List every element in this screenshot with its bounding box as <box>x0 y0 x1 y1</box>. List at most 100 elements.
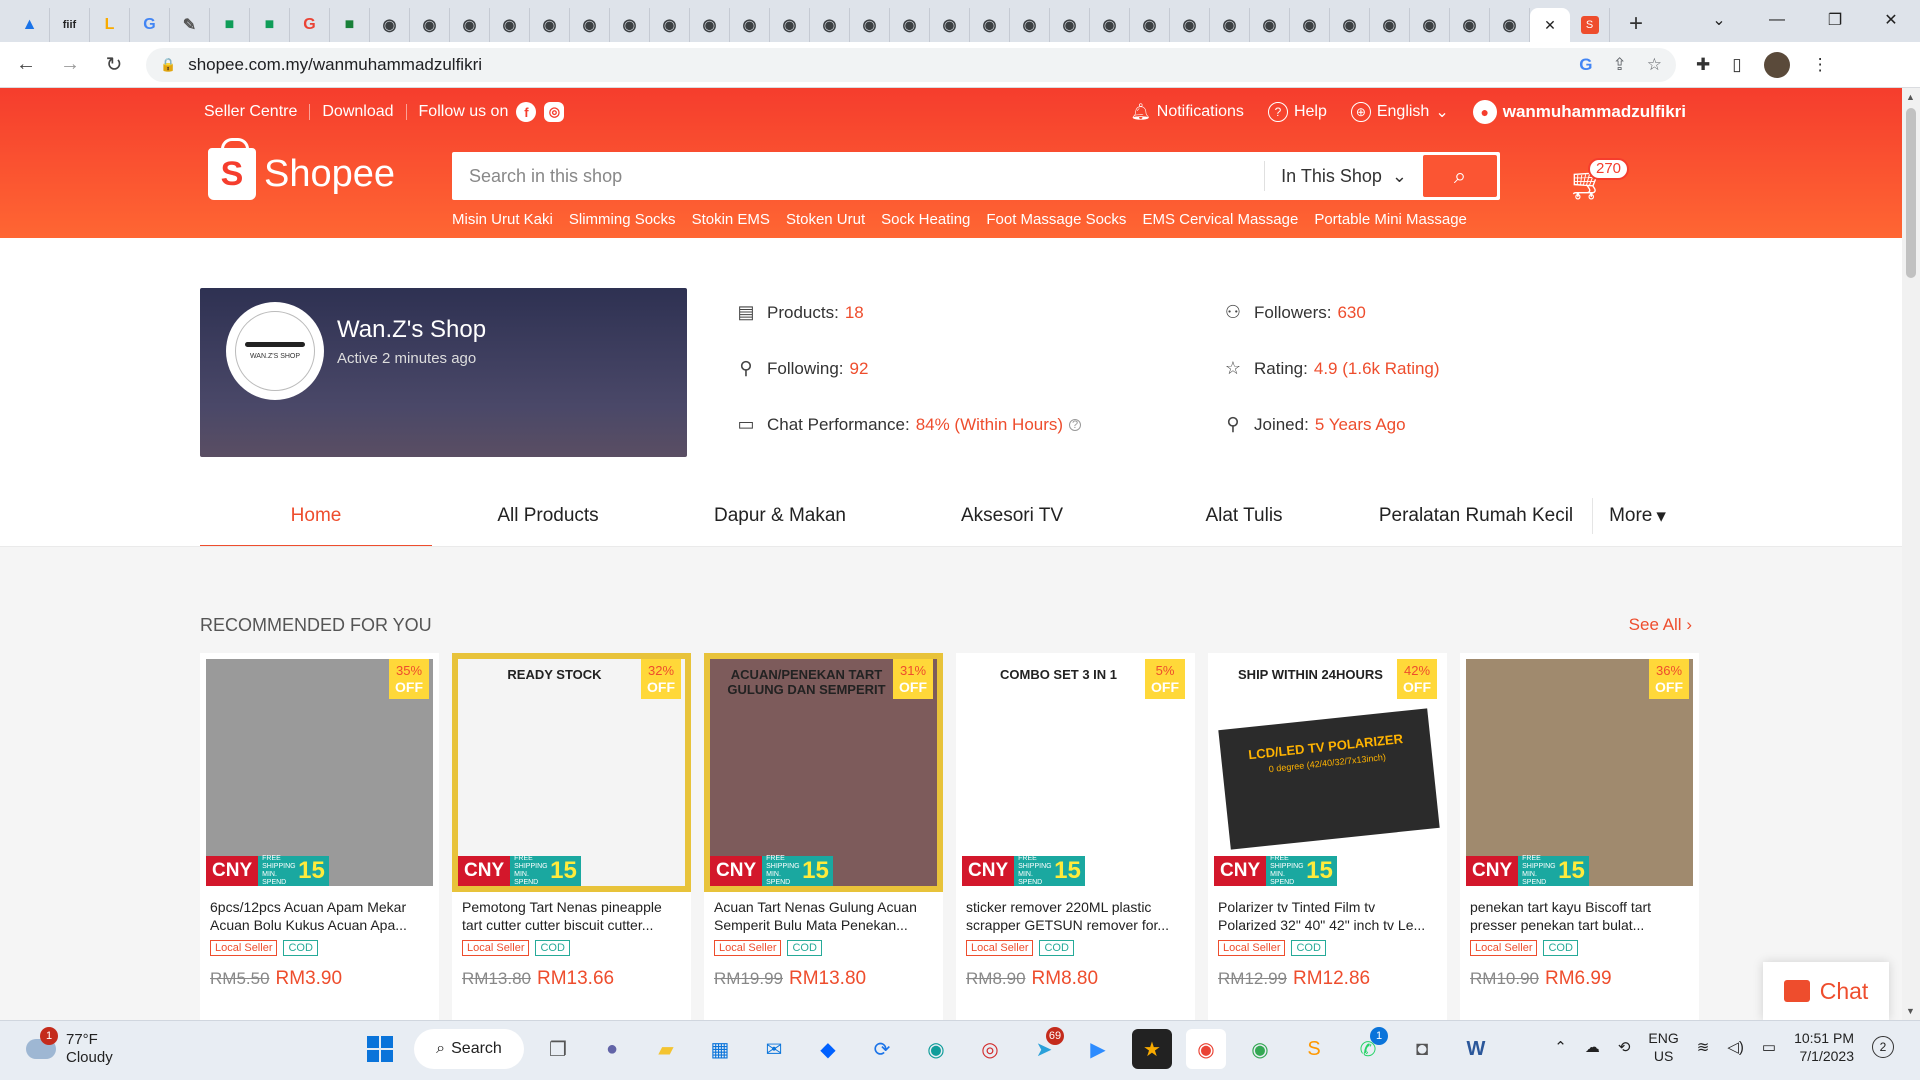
sync-tray-icon[interactable]: ⟲ <box>1618 1038 1631 1056</box>
browser-tab[interactable]: ◉ <box>530 8 570 42</box>
shop-tab[interactable]: Home <box>200 484 432 548</box>
product-card[interactable]: 36% OFF CNY FREE SHIPPING MIN. SPEND 15 penek… <box>1460 653 1699 1020</box>
instagram-icon[interactable]: ◎ <box>544 102 565 122</box>
product-image[interactable]: ACUAN/PENEKAN TART GULUNG DAN SEMPERIT 31… <box>704 653 943 892</box>
product-image[interactable]: READY STOCK 32% OFF CNY FREE SHIPPING MIN. S… <box>452 653 691 892</box>
search-keyword-link[interactable]: Misin Urut Kaki <box>452 211 553 228</box>
product-image[interactable]: COMBO SET 3 IN 1 5% OFF CNY FREE SHIPPING MI… <box>956 653 1195 892</box>
page-scrollbar[interactable]: ▲ ▼ <box>1902 88 1920 1020</box>
shop-tab[interactable]: Aksesori TV <box>896 484 1128 548</box>
task-view-icon[interactable]: ❐ <box>538 1029 578 1069</box>
bookmark-star-icon[interactable]: ☆ <box>1647 55 1662 75</box>
browser-tab[interactable]: ◉ <box>410 8 450 42</box>
close-tab-icon[interactable]: ✕ <box>1544 17 1556 34</box>
browser-tab[interactable]: fiif <box>50 8 90 42</box>
chrome-icon[interactable]: ◉ <box>1186 1029 1226 1069</box>
forward-arrow-icon[interactable]: → <box>52 47 88 83</box>
battery-icon[interactable]: ▭ <box>1762 1038 1776 1056</box>
browser-tab[interactable]: ◉ <box>1090 8 1130 42</box>
browser-tab[interactable]: ◉ <box>890 8 930 42</box>
search-keyword-link[interactable]: Foot Massage Socks <box>986 211 1126 228</box>
product-card[interactable]: SHIP WITHIN 24HOURS LCD/LED TV POLARIZER 0… <box>1208 653 1447 1020</box>
browser-tab[interactable]: ◉ <box>690 8 730 42</box>
address-bar[interactable]: 🔒 shopee.com.my/wanmuhammadzulfikri G ⇪ … <box>146 47 1676 82</box>
browser-tab[interactable]: ◉ <box>1130 8 1170 42</box>
product-title[interactable]: Pemotong Tart Nenas pineapple tart cutte… <box>452 892 691 936</box>
extensions-icon[interactable]: ✚ <box>1696 55 1710 75</box>
browser-tab[interactable]: ◉ <box>370 8 410 42</box>
browser-tab[interactable]: ◉ <box>1410 8 1450 42</box>
teams-chat-icon[interactable]: ● <box>592 1029 632 1069</box>
browser-tab[interactable]: ◉ <box>970 8 1010 42</box>
shop-logo[interactable]: WAN.Z'S SHOP <box>226 302 324 400</box>
opera-icon[interactable]: ◎ <box>970 1029 1010 1069</box>
file-explorer-icon[interactable]: ▰ <box>646 1029 686 1069</box>
product-card[interactable]: READY STOCK 32% OFF CNY FREE SHIPPING MIN. S… <box>452 653 691 1020</box>
browser-tab[interactable]: ▲ <box>10 8 50 42</box>
browser-tab[interactable]: ◉ <box>1170 8 1210 42</box>
scroll-down-icon[interactable]: ▼ <box>1906 1006 1915 1016</box>
wifi-icon[interactable]: ≋ <box>1697 1038 1710 1056</box>
seller-centre-link[interactable]: Seller Centre <box>204 103 297 121</box>
weather-widget[interactable]: 1 77°F Cloudy <box>26 1027 113 1067</box>
url-text[interactable]: shopee.com.my/wanmuhammadzulfikri <box>188 55 482 75</box>
shopee-logo[interactable]: S Shopee <box>208 138 395 200</box>
whatsapp-icon[interactable]: ✆ 1 <box>1348 1027 1388 1069</box>
clock[interactable]: 10:51 PM 7/1/2023 <box>1794 1029 1854 1065</box>
microsoft-store-icon[interactable]: ▦ <box>700 1029 740 1069</box>
share-icon[interactable]: ⇪ <box>1613 55 1627 75</box>
browser-tab[interactable]: ◉ <box>1050 8 1090 42</box>
google-lens-icon[interactable]: G <box>1579 55 1592 75</box>
menu-icon[interactable]: ⋮ <box>1812 55 1829 75</box>
search-keyword-link[interactable]: Slimming Socks <box>569 211 676 228</box>
camera-icon[interactable]: ◘ <box>1402 1029 1442 1069</box>
maximize-button[interactable]: ❐ <box>1806 0 1864 40</box>
info-icon[interactable]: ? <box>1069 418 1082 431</box>
notification-count[interactable]: 2 <box>1872 1036 1894 1058</box>
scroll-up-icon[interactable]: ▲ <box>1906 92 1915 102</box>
user-account[interactable]: ● wanmuhammadzulfikri <box>1472 100 1686 124</box>
back-arrow-icon[interactable]: ← <box>8 47 44 83</box>
browser-tab[interactable]: ◉ <box>850 8 890 42</box>
cart-button[interactable]: 🛒︎ 270 <box>1568 158 1630 202</box>
browser-tab[interactable]: L <box>90 8 130 42</box>
search-button[interactable]: ⌕ <box>1423 155 1497 197</box>
tab-search-icon[interactable]: ⌄ <box>1690 0 1748 40</box>
browser-tab[interactable]: ■ <box>330 8 370 42</box>
browser-tab[interactable]: ◉ <box>570 8 610 42</box>
active-tab[interactable]: ✕ <box>1530 8 1570 42</box>
shopee-tab[interactable]: S <box>1570 8 1610 42</box>
search-scope-dropdown[interactable]: In This Shop ⌄ <box>1264 161 1423 191</box>
zoom-icon[interactable]: ▶ <box>1078 1029 1118 1069</box>
search-input[interactable] <box>455 156 1265 196</box>
scrollbar-thumb[interactable] <box>1906 108 1916 278</box>
product-card[interactable]: COMBO SET 3 IN 1 5% OFF CNY FREE SHIPPING MI… <box>956 653 1195 1020</box>
network-off-icon[interactable]: ☁ <box>1585 1038 1600 1056</box>
browser-tab[interactable]: ◉ <box>1210 8 1250 42</box>
browser-tab[interactable]: ◉ <box>610 8 650 42</box>
browser-tab[interactable]: G <box>130 8 170 42</box>
product-image[interactable]: SHIP WITHIN 24HOURS LCD/LED TV POLARIZER 0… <box>1208 653 1447 892</box>
shop-tab[interactable]: Dapur & Makan <box>664 484 896 548</box>
product-image[interactable]: 35% OFF CNY FREE SHIPPING MIN. SPEND 15 <box>200 653 439 892</box>
search-keyword-link[interactable]: Portable Mini Massage <box>1314 211 1467 228</box>
start-button[interactable] <box>360 1029 400 1069</box>
notifications-link[interactable]: 🔔︎ Notifications <box>1130 102 1243 122</box>
star-app-icon[interactable]: ★ <box>1132 1029 1172 1069</box>
product-title[interactable]: penekan tart kayu Biscoff tart presser p… <box>1460 892 1699 936</box>
browser-tab[interactable]: ◉ <box>730 8 770 42</box>
profile-avatar[interactable] <box>1763 51 1790 78</box>
product-card[interactable]: ACUAN/PENEKAN TART GULUNG DAN SEMPERIT 31… <box>704 653 943 1020</box>
word-icon[interactable]: W <box>1456 1029 1496 1069</box>
search-keyword-link[interactable]: Sock Heating <box>881 211 970 228</box>
language-selector[interactable]: ⊕ English ⌄ <box>1350 102 1449 122</box>
search-keyword-link[interactable]: Stoken Urut <box>786 211 865 228</box>
product-title[interactable]: Polarizer tv Tinted Film tv Polarized 32… <box>1208 892 1447 936</box>
sync-icon[interactable]: ⟳ <box>862 1029 902 1069</box>
browser-tab[interactable]: ◉ <box>770 8 810 42</box>
search-keyword-link[interactable]: EMS Cervical Massage <box>1142 211 1298 228</box>
product-title[interactable]: 6pcs/12pcs Acuan Apam Mekar Acuan Bolu K… <box>200 892 439 936</box>
edge-icon[interactable]: ◉ <box>916 1029 956 1069</box>
see-all-link[interactable]: See All › <box>1629 615 1692 635</box>
chrome-icon[interactable]: ◉ <box>1240 1029 1280 1069</box>
